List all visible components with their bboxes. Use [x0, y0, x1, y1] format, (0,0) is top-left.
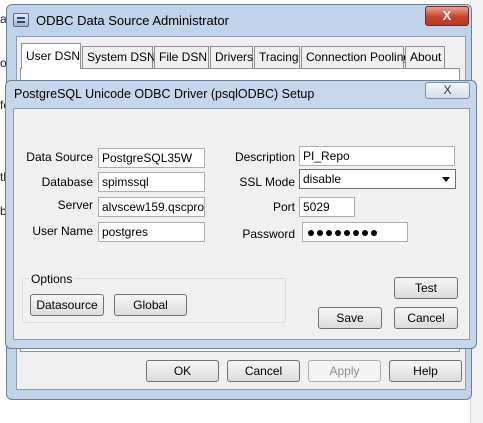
tab-system-dsn[interactable]: System DSN — [82, 46, 156, 68]
password-mask-dot — [353, 229, 359, 236]
password-mask-dot — [371, 229, 377, 236]
odbc-app-icon — [13, 13, 29, 27]
dialog-cancel-button[interactable]: Cancel — [394, 307, 458, 329]
password-mask-dot — [335, 229, 341, 236]
tab-file-dsn[interactable]: File DSN — [154, 46, 209, 68]
description-label: Description — [234, 150, 295, 164]
test-button[interactable]: Test — [394, 277, 458, 299]
ssl-mode-select[interactable]: disable — [299, 169, 456, 189]
data-source-label: Data Source — [26, 150, 93, 164]
tab-about[interactable]: About — [405, 46, 445, 68]
user-name-label: User Name — [32, 224, 93, 238]
save-button[interactable]: Save — [318, 307, 382, 329]
cancel-button[interactable]: Cancel — [227, 360, 300, 382]
password-label: Password — [242, 227, 295, 241]
window-close-button[interactable]: X — [425, 6, 469, 26]
dialog-title: PostgreSQL Unicode ODBC Driver (psqlODBC… — [14, 87, 315, 101]
password-mask-dot — [317, 229, 323, 236]
database-label: Database — [41, 175, 93, 189]
tab-tracing[interactable]: Tracing — [254, 46, 300, 68]
tab-connection-pooling[interactable]: Connection Pooling — [301, 46, 410, 68]
tab-user-dsn[interactable]: User DSN — [21, 43, 81, 69]
apply-button[interactable]: Apply — [308, 360, 381, 382]
password-mask-dot — [344, 229, 350, 236]
datasource-button[interactable]: Datasource — [30, 294, 104, 316]
port-input[interactable]: 5029 — [299, 197, 355, 217]
global-button[interactable]: Global — [114, 294, 187, 316]
window-title: ODBC Data Source Administrator — [36, 13, 229, 28]
tab-drivers[interactable]: Drivers — [210, 46, 253, 68]
port-label: Port — [272, 200, 295, 214]
user-name-input[interactable]: postgres — [98, 222, 205, 242]
data-source-input[interactable]: PostgreSQL35W — [98, 148, 205, 168]
ssl-mode-label: SSL Mode — [239, 175, 295, 189]
options-legend: Options — [29, 272, 75, 286]
ssl-mode-value: disable — [303, 172, 342, 186]
password-input[interactable] — [302, 222, 408, 242]
password-mask-dot — [308, 229, 314, 236]
dialog-close-button[interactable]: X — [425, 82, 470, 99]
help-button[interactable]: Help — [389, 360, 462, 382]
chevron-down-icon — [442, 177, 450, 182]
server-label: Server — [57, 198, 93, 212]
server-input[interactable]: alvscew159.qscprod. — [98, 197, 205, 217]
password-mask-dot — [326, 229, 332, 236]
password-mask — [308, 225, 380, 239]
database-input[interactable]: spimssql — [98, 172, 205, 192]
description-input[interactable]: PI_Repo — [299, 146, 455, 166]
ok-button[interactable]: OK — [146, 360, 219, 382]
password-mask-dot — [362, 229, 368, 236]
